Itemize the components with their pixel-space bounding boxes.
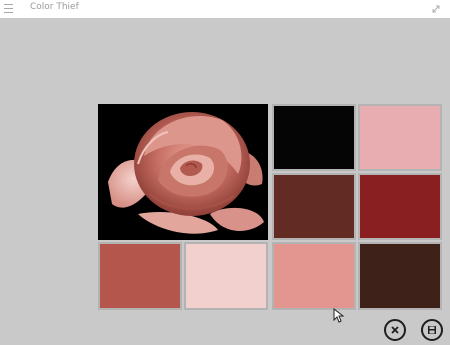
expand-arrows-icon[interactable]	[430, 3, 442, 15]
palette-swatch	[98, 242, 182, 310]
mouse-cursor-icon	[333, 308, 345, 323]
palette-swatch	[184, 242, 268, 310]
title-bar: Color Thief	[0, 0, 450, 18]
close-button[interactable]	[384, 319, 406, 341]
app-title: Color Thief	[30, 2, 79, 12]
palette-swatch	[358, 173, 442, 240]
rose-photo	[98, 104, 268, 240]
palette-swatch	[358, 104, 442, 171]
hamburger-menu-icon[interactable]	[4, 4, 13, 13]
save-button[interactable]	[421, 319, 443, 341]
close-x-icon	[391, 326, 399, 334]
palette-swatch	[358, 242, 442, 310]
floppy-disk-icon	[428, 326, 436, 334]
palette-swatch	[272, 242, 356, 310]
rose-image	[98, 104, 268, 240]
palette-swatch	[272, 173, 356, 240]
palette-swatch	[272, 104, 356, 171]
